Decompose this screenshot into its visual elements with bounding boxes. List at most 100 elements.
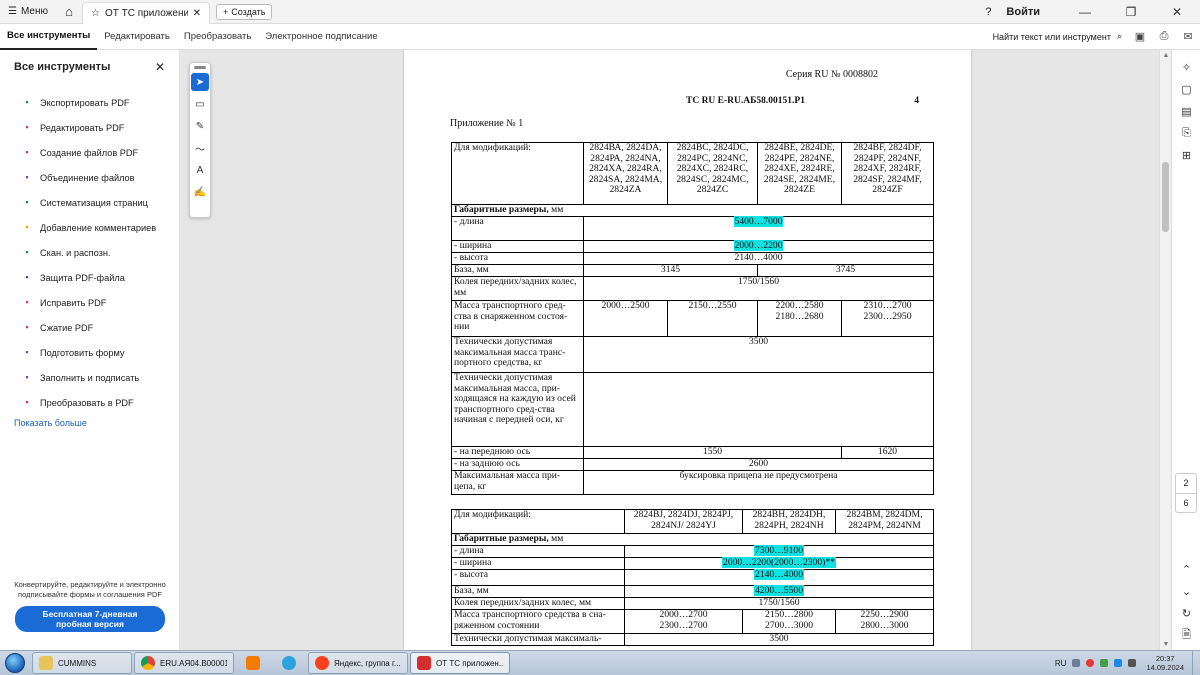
page-indicator[interactable]: 2 6 bbox=[1175, 473, 1197, 513]
tab-e-sign[interactable]: Электронное подписание bbox=[258, 24, 384, 50]
taskbar-acrobat[interactable]: ОТ ТС приложен... bbox=[410, 652, 510, 674]
ai-assistant-icon[interactable]: ✧ bbox=[1172, 56, 1200, 78]
certificate-number: ТС RU E-RU.АБ58.00151.Р1 bbox=[686, 96, 805, 106]
rotate-icon[interactable]: ↻ bbox=[1172, 602, 1200, 624]
sidebar-tool-label: Добавление комментариев bbox=[40, 222, 157, 233]
draw-icon[interactable]: 〜 bbox=[191, 139, 209, 157]
table-row: Для модификаций: 2824ВА, 2824DA, 2824РА,… bbox=[451, 142, 934, 205]
scroll-down-page-icon[interactable]: ⌄ bbox=[1172, 580, 1200, 602]
language-indicator[interactable]: RU bbox=[1055, 659, 1067, 668]
sidebar-tool-label: Подготовить форму bbox=[40, 347, 125, 358]
taskbar-chrome[interactable]: ERU.AЯ04.B00001... bbox=[134, 652, 234, 674]
highlight-pen-icon[interactable]: ✎ bbox=[191, 117, 209, 135]
tool-icon: ▪ bbox=[25, 247, 29, 257]
sidebar-tool-item[interactable]: ▪ Преобразовать в PDF bbox=[22, 390, 179, 415]
show-more-link[interactable]: Показать больше bbox=[0, 418, 179, 428]
total-pages: 6 bbox=[1183, 498, 1189, 508]
home-button[interactable]: ⌂ bbox=[56, 0, 82, 24]
start-button[interactable] bbox=[0, 651, 30, 675]
sign-icon[interactable]: ✍ bbox=[191, 183, 209, 201]
bookmarks-icon[interactable]: ⎘ bbox=[1172, 122, 1200, 144]
sidebar-tool-item[interactable]: ▪ Редактировать PDF bbox=[22, 115, 179, 140]
tab-all-tools[interactable]: Все инструменты bbox=[0, 24, 98, 50]
rear-axle-label: - на заднюю ось bbox=[451, 458, 584, 471]
telegram-icon bbox=[282, 656, 296, 670]
create-button[interactable]: + Создать bbox=[216, 3, 273, 20]
tool-icon: ▪ bbox=[25, 372, 29, 382]
restore-icon[interactable]: ❐ bbox=[1108, 5, 1154, 19]
email-icon[interactable]: ✉ bbox=[1176, 30, 1200, 43]
mass-value: 2150…2550 bbox=[667, 300, 758, 337]
comments-panel-icon[interactable]: ▢ bbox=[1172, 78, 1200, 100]
os-taskbar: CUMMINS ERU.AЯ04.B00001... Яндекс, групп… bbox=[0, 650, 1200, 675]
thumbnails-icon[interactable]: ▤ bbox=[1172, 100, 1200, 122]
free-trial-button[interactable]: Бесплатная 7-дневная пробная версия bbox=[15, 606, 165, 632]
sidebar-tool-item[interactable]: ▪ Систематизация страниц bbox=[22, 190, 179, 215]
drag-handle[interactable] bbox=[194, 66, 206, 69]
minimize-icon[interactable]: — bbox=[1062, 5, 1108, 19]
current-page: 2 bbox=[1176, 474, 1196, 494]
sidebar-tool-item[interactable]: ▪ Заполнить и подписать bbox=[22, 365, 179, 390]
front-axle-label: - на переднюю ось bbox=[451, 446, 584, 459]
table-row: - высота 2140…4000 bbox=[451, 252, 934, 265]
document-tab[interactable]: ☆ ОТ ТС приложение... ✕ bbox=[82, 1, 210, 24]
taskbar-folder[interactable]: CUMMINS bbox=[32, 652, 132, 674]
sidebar-tool-item[interactable]: ▪ Скан. и распозн. bbox=[22, 240, 179, 265]
show-desktop-button[interactable] bbox=[1192, 650, 1200, 675]
select-tool-icon[interactable]: ➤ bbox=[191, 73, 209, 91]
save-icon[interactable]: ▣ bbox=[1128, 30, 1152, 43]
axle-mass-label: Технически допустимая максимальная масса… bbox=[451, 372, 584, 447]
clock[interactable]: 20:37 14.09.2024 bbox=[1146, 654, 1184, 672]
table-row: Технически допустимая максималь- 3500 bbox=[451, 633, 934, 646]
taskbar-media[interactable] bbox=[236, 652, 270, 674]
find-label: Найти текст или инструмент bbox=[992, 31, 1111, 42]
star-icon[interactable]: ☆ bbox=[91, 8, 100, 19]
menu-button[interactable]: ☰ Меню bbox=[0, 0, 56, 24]
trailer-label: Максимальная масса при-цепа, кг bbox=[451, 470, 584, 495]
tray-expand-icon[interactable] bbox=[1072, 659, 1081, 667]
mods-cell: 2824ВА, 2824DA, 2824РА, 2824NA, 2824ХА, … bbox=[583, 142, 668, 205]
table-row: - на переднюю ось 1550 1620 bbox=[451, 446, 934, 459]
sidebar-tool-label: Сжатие PDF bbox=[40, 322, 94, 333]
sidebar-tool-item[interactable]: ▪ Исправить PDF bbox=[22, 290, 179, 315]
volume-icon[interactable] bbox=[1128, 659, 1137, 667]
print-icon[interactable]: ⎙ bbox=[1152, 30, 1176, 43]
table-row: Габаритные размеры, мм bbox=[451, 533, 934, 546]
tool-icon: ▪ bbox=[25, 197, 29, 207]
search-icon[interactable]: ⌕ bbox=[1117, 31, 1122, 42]
help-icon[interactable]: ? bbox=[978, 6, 998, 18]
sidebar-tool-item[interactable]: ▪ Защита PDF-файла bbox=[22, 265, 179, 290]
sidebar-title: Все инструменты bbox=[14, 61, 111, 73]
taskbar-yandex[interactable]: Яндекс, группа г... bbox=[308, 652, 408, 674]
sidebar-tool-item[interactable]: ▪ Добавление комментариев bbox=[22, 215, 179, 240]
find-tool[interactable]: Найти текст или инструмент ⌕ bbox=[993, 31, 1128, 42]
sidebar-tool-label: Редактировать PDF bbox=[40, 122, 125, 133]
sidebar-tool-item[interactable]: ▪ Подготовить форму bbox=[22, 340, 179, 365]
page-view-icon[interactable]: 🗎 bbox=[1172, 624, 1200, 646]
tab-edit[interactable]: Редактировать bbox=[97, 24, 177, 50]
attachments-icon[interactable]: ⊞ bbox=[1172, 144, 1200, 166]
close-window-icon[interactable]: ✕ bbox=[1154, 5, 1200, 19]
windows-logo-icon bbox=[5, 653, 25, 673]
sidebar-tool-item[interactable]: ▪ Создание файлов PDF bbox=[22, 140, 179, 165]
trailer-value: буксировка прицепа не предусмотрена bbox=[583, 470, 934, 495]
tray-app-icon[interactable] bbox=[1100, 659, 1109, 667]
text-box-icon[interactable]: A bbox=[191, 161, 209, 179]
network-icon[interactable] bbox=[1114, 659, 1123, 667]
vertical-scrollbar[interactable]: ▲ ▼ bbox=[1159, 50, 1171, 650]
sidebar-tool-item[interactable]: ▪ Сжатие PDF bbox=[22, 315, 179, 340]
login-button[interactable]: Войти bbox=[1006, 6, 1040, 18]
table-row: База, мм 3145 3745 bbox=[451, 264, 934, 277]
scroll-up-page-icon[interactable]: ⌃ bbox=[1172, 558, 1200, 580]
close-sidebar-icon[interactable]: ✕ bbox=[155, 60, 165, 74]
yandex-tray-icon[interactable] bbox=[1086, 659, 1095, 667]
taskbar-telegram[interactable] bbox=[272, 652, 306, 674]
sidebar-tool-item[interactable]: ▪ Объединение файлов bbox=[22, 165, 179, 190]
document-viewport[interactable]: Серия RU № 0008802 ТС RU E-RU.АБ58.00151… bbox=[181, 50, 1159, 650]
height-value: 2140…4000 bbox=[583, 252, 934, 265]
close-tab-icon[interactable]: ✕ bbox=[193, 8, 201, 19]
sidebar-tool-item[interactable]: ▪ Экспортировать PDF bbox=[22, 90, 179, 115]
comment-icon[interactable]: ▭ bbox=[191, 95, 209, 113]
scroll-thumb[interactable] bbox=[1162, 162, 1169, 232]
tab-convert[interactable]: Преобразовать bbox=[177, 24, 258, 50]
